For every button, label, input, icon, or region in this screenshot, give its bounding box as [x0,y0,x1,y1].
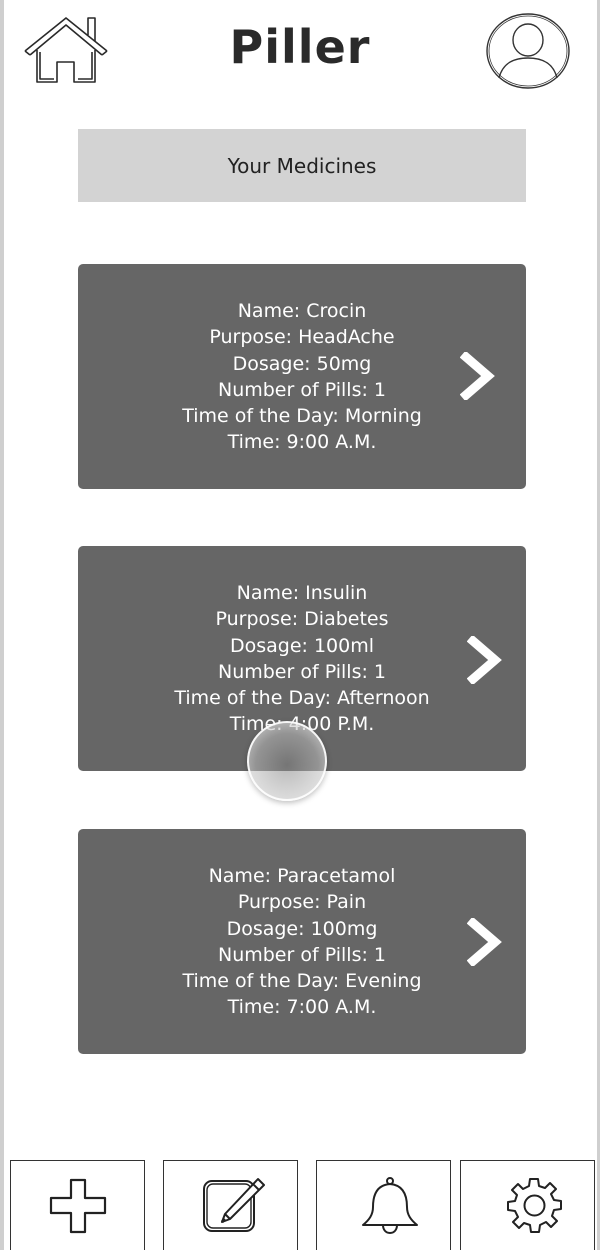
medicine-dosage: Dosage: 100ml [229,634,375,657]
section-title: Your Medicines [78,129,526,202]
medicine-card[interactable]: Name: Crocin Purpose: HeadAche Dosage: 5… [78,264,526,489]
medicine-pill-count: Number of Pills: 1 [217,943,387,966]
bell-icon [362,1177,418,1234]
medicine-time-of-day: Time of the Day: Morning [182,405,422,428]
medicine-name: Name: Insulin [236,582,368,604]
medicine-purpose: Purpose: Diabetes [215,608,389,631]
medicine-details: Name: Insulin Purpose: Diabetes Dosage: … [78,580,526,738]
medicine-name: Name: Crocin [237,300,367,322]
medicine-name: Name: Paracetamol [208,865,396,887]
medicine-card[interactable]: Name: Paracetamol Purpose: Pain Dosage: … [78,829,526,1054]
medicine-time: Time: 7:00 A.M. [227,996,377,1019]
chevron-right-icon[interactable] [467,918,503,966]
frame-left-edge [0,0,4,1250]
user-avatar-icon[interactable] [485,12,571,90]
medicine-pill-count: Number of Pills: 1 [217,660,387,683]
touch-indicator [247,721,327,801]
edit-icon [203,1178,265,1232]
medicine-details: Name: Paracetamol Purpose: Pain Dosage: … [78,863,526,1021]
plus-icon [49,1178,107,1234]
chevron-right-icon[interactable] [467,636,503,684]
medicine-dosage: Dosage: 50mg [232,352,372,375]
medicine-purpose: Purpose: HeadAche [209,326,395,349]
gear-icon [507,1178,562,1233]
medicine-purpose: Purpose: Pain [237,891,367,914]
chevron-right-icon[interactable] [460,352,496,400]
medicine-dosage: Dosage: 100mg [226,917,378,940]
reminders-button[interactable] [316,1160,451,1250]
medicine-details: Name: Crocin Purpose: HeadAche Dosage: 5… [78,298,526,456]
medicine-time-of-day: Time of the Day: Afternoon [174,687,430,710]
medicine-pill-count: Number of Pills: 1 [217,378,387,401]
medicine-time-of-day: Time of the Day: Evening [182,970,422,993]
settings-button[interactable] [460,1160,595,1250]
add-medicine-button[interactable] [10,1160,145,1250]
edit-medicine-button[interactable] [163,1160,298,1250]
medicine-time: Time: 9:00 A.M. [227,431,377,454]
